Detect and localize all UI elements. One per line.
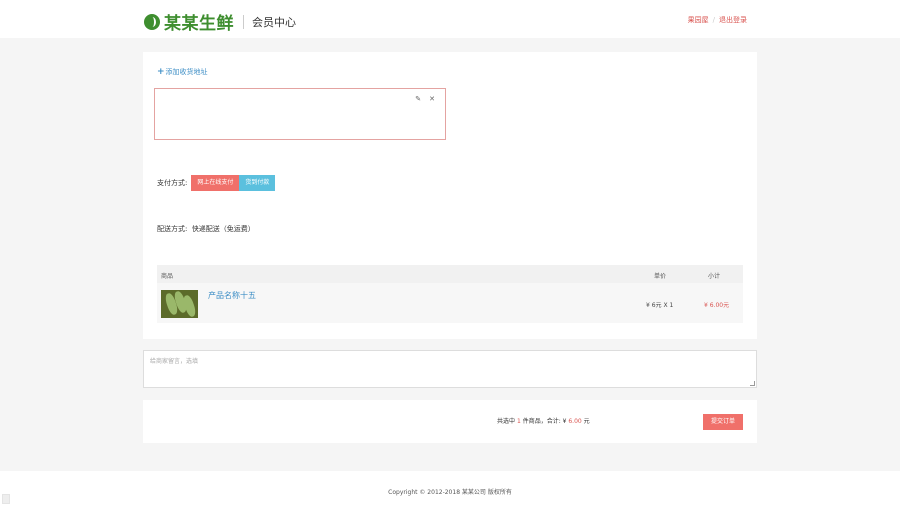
add-address-link[interactable]: +添加收货地址 (157, 67, 208, 77)
resize-handle[interactable] (750, 381, 755, 386)
address-tools: ✎ ✕ (415, 95, 435, 103)
shipping-row: 配送方式: 快递配送（免运费） (157, 224, 255, 234)
pay-on-delivery-button[interactable]: 货到付款 (239, 175, 276, 191)
logout-link[interactable]: 退出登录 (719, 16, 747, 24)
add-address-label: 添加收货地址 (165, 68, 208, 76)
product-name-link[interactable]: 产品名称十五 (208, 290, 256, 301)
feedback-icon[interactable] (2, 494, 10, 504)
close-icon[interactable]: ✕ (429, 95, 435, 103)
message-input[interactable] (144, 351, 756, 387)
summary-suffix: 元 (583, 418, 590, 425)
unit-price: ¥ 6元 X 1 (646, 302, 674, 309)
col-unit-price: 单价 (654, 273, 667, 280)
payment-label: 支付方式: (157, 179, 188, 187)
col-product: 商品 (161, 273, 174, 280)
edit-icon[interactable]: ✎ (415, 95, 421, 103)
brand-name: 某某生鲜 (164, 14, 234, 34)
header-links: 果园屋 / 退出登录 (688, 15, 747, 25)
header: 某某生鲜 会员中心 果园屋 / 退出登录 (0, 0, 900, 38)
table-row: 产品名称十五 ¥ 6元 X 1 ¥ 6.00元 (157, 283, 743, 323)
payment-row: 支付方式: 网上在线支付 货到付款 (157, 175, 276, 191)
order-panel: +添加收货地址 ✎ ✕ 支付方式: 网上在线支付 货到付款 配送方式: 快递配送（… (143, 52, 757, 339)
product-image[interactable] (161, 290, 198, 318)
plus-icon: + (157, 67, 165, 77)
summary-prefix: 共选中 (497, 418, 516, 425)
link-separator: / (712, 16, 715, 24)
subtotal: ¥ 6.00元 (704, 302, 730, 309)
shipping-label: 配送方式: (157, 225, 188, 233)
submit-order-button[interactable]: 提交订单 (703, 414, 743, 430)
summary-mid: 件商品，合计: ¥ (522, 418, 567, 425)
total-panel: 共选中 1 件商品，合计: ¥ 6.00 元 提交订单 (143, 400, 757, 443)
leaf-icon (144, 13, 160, 30)
col-subtotal: 小计 (708, 273, 721, 280)
message-box (143, 350, 757, 388)
orchard-link[interactable]: 果园屋 (688, 16, 709, 24)
brand-logo[interactable]: 某某生鲜 会员中心 (144, 9, 296, 34)
footer: Copyright © 2012-2018 某某公司 版权所有 (0, 471, 900, 512)
total-amount: 6.00 (568, 418, 582, 425)
item-count: 1 (516, 418, 521, 425)
shipping-value: 快递配送（免运费） (191, 225, 255, 233)
pay-online-button[interactable]: 网上在线支付 (191, 175, 240, 191)
address-card[interactable]: ✎ ✕ (154, 88, 446, 140)
page-title: 会员中心 (252, 15, 296, 29)
divider (243, 14, 244, 29)
table-header: 商品 单价 小计 (157, 265, 743, 283)
order-summary: 共选中 1 件商品，合计: ¥ 6.00 元 (497, 416, 590, 425)
copyright: Copyright © 2012-2018 某某公司 版权所有 (388, 489, 512, 496)
